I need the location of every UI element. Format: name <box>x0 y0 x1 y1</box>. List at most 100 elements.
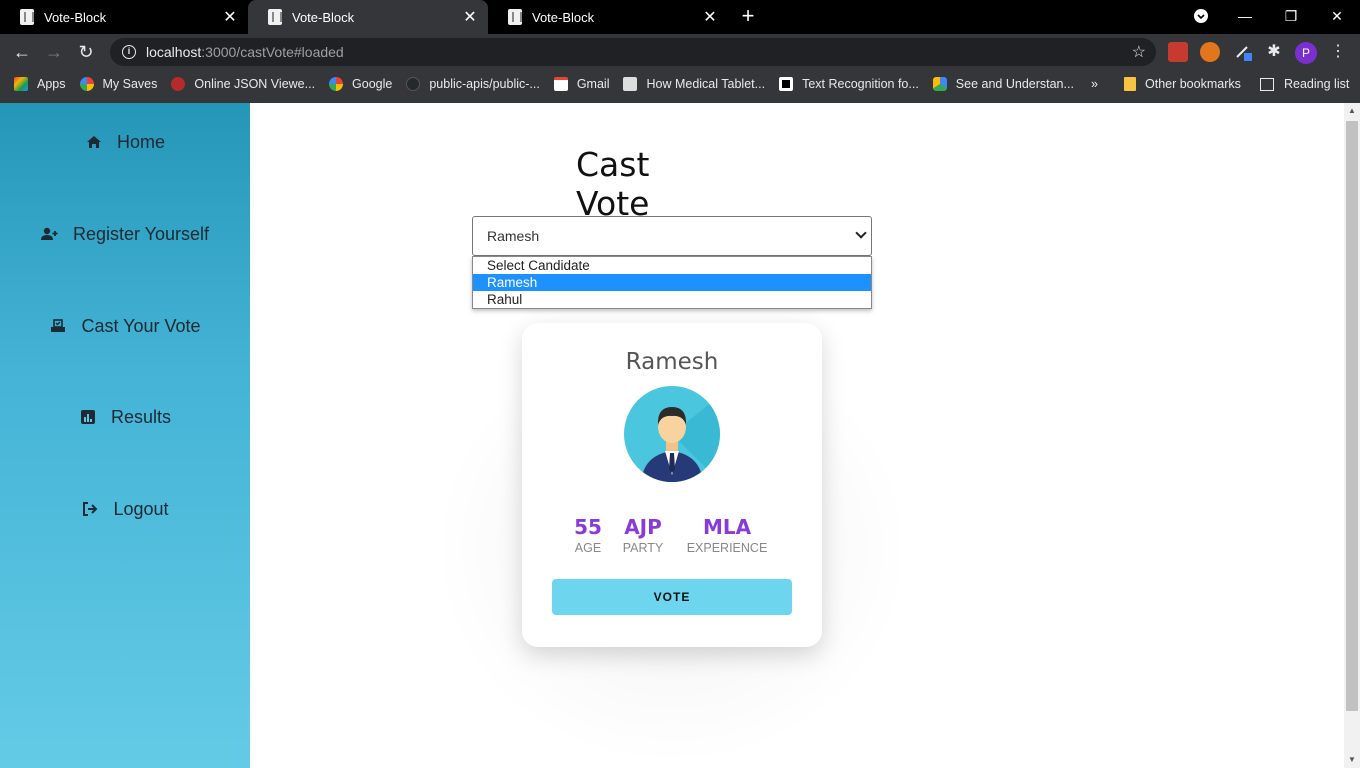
sidebar-item-logout[interactable]: Logout <box>0 489 250 529</box>
bookmark-label: Google <box>352 77 393 91</box>
menu-kebab-icon[interactable]: ⋮ <box>1330 40 1346 64</box>
document-icon <box>508 9 522 25</box>
github-icon <box>406 77 421 91</box>
stat-value: AJP <box>624 515 662 539</box>
close-icon[interactable]: ✕ <box>220 7 240 27</box>
bookmark-my-saves[interactable]: My Saves <box>79 77 158 91</box>
browser-tab-1[interactable]: Vote-Block ✕ <box>0 0 248 34</box>
url-text[interactable]: localhost:3000/castVote#loaded <box>146 44 1132 60</box>
home-icon <box>85 134 103 150</box>
back-icon[interactable]: ← <box>10 40 34 64</box>
reload-icon[interactable]: ↻ <box>74 40 98 64</box>
extension-icon[interactable] <box>1168 42 1188 62</box>
bookmark-label: Other bookmarks <box>1145 77 1241 91</box>
browser-tab-2[interactable]: Vote-Block ✕ <box>248 0 488 34</box>
vote-box-icon <box>49 318 67 334</box>
tab-search-icon[interactable] <box>1186 4 1216 28</box>
option-ramesh[interactable]: Ramesh <box>473 274 871 291</box>
tab-title: Vote-Block <box>44 9 107 25</box>
stat-label: AGE <box>574 541 602 555</box>
bookmark-label: See and Understan... <box>955 77 1074 91</box>
google-icon <box>79 77 94 91</box>
sidebar-item-label: Results <box>110 406 172 427</box>
bookmark-medical-tablet[interactable]: How Medical Tablet... <box>623 77 765 91</box>
bookmark-public-apis[interactable]: public-apis/public-... <box>406 77 540 91</box>
tab-title: Vote-Block <box>532 9 595 25</box>
bookmark-label: Gmail <box>576 77 610 91</box>
bookmark-text-recognition[interactable]: Text Recognition fo... <box>779 77 919 91</box>
sidebar-item-cast-vote[interactable]: Cast Your Vote <box>0 306 250 346</box>
close-window-icon[interactable]: ✕ <box>1322 4 1352 28</box>
page-scrollbar[interactable]: ▲ ▼ <box>1344 103 1360 768</box>
bookmark-see-and-understand[interactable]: See and Understan... <box>932 77 1074 91</box>
new-tab-icon[interactable]: + <box>736 4 760 28</box>
sidebar-item-results[interactable]: Results <box>0 397 250 437</box>
google-cloud-icon <box>932 77 947 91</box>
apps-grid-icon <box>14 77 28 91</box>
sidebar-item-label: Register Yourself <box>72 223 210 244</box>
candidate-dropdown-list: Select Candidate Ramesh Rahul <box>472 256 872 309</box>
scroll-up-icon[interactable]: ▲ <box>1347 106 1357 116</box>
tab-title: Vote-Block <box>292 9 355 25</box>
bookmark-google[interactable]: Google <box>329 77 392 91</box>
site-info-icon[interactable]: i <box>122 45 136 59</box>
bookmark-gmail[interactable]: Gmail <box>553 77 610 91</box>
browser-toolbar: ← → ↻ i localhost:3000/castVote#loaded ☆… <box>0 34 1360 70</box>
bookmark-star-icon[interactable]: ☆ <box>1132 42 1146 62</box>
bookmark-label: Text Recognition fo... <box>802 77 919 91</box>
chart-icon <box>79 409 97 425</box>
forward-icon[interactable]: → <box>42 40 66 64</box>
bookmarks-overflow-icon[interactable]: » <box>1091 70 1098 98</box>
reading-list[interactable]: Reading list <box>1260 70 1349 98</box>
reading-list-label: Reading list <box>1284 77 1350 91</box>
candidate-select[interactable]: Ramesh <box>472 216 872 256</box>
sidebar: Home Register Yourself Cast Your Vote Re… <box>0 103 250 768</box>
site-icon <box>623 77 638 91</box>
stat-label: EXPERIENCE <box>686 541 768 555</box>
browser-tab-3[interactable]: Vote-Block ✕ <box>488 0 728 34</box>
scrollbar-thumb[interactable] <box>1346 121 1358 711</box>
bookmark-other[interactable]: Other bookmarks <box>1124 70 1241 98</box>
close-icon[interactable]: ✕ <box>460 7 480 27</box>
url-host: localhost <box>146 44 202 60</box>
page-title: Cast Vote <box>576 145 650 223</box>
metamask-fox-icon[interactable] <box>1200 42 1220 62</box>
close-icon[interactable]: ✕ <box>700 7 720 27</box>
url-path: :3000/castVote#loaded <box>201 44 344 60</box>
gmail-icon <box>553 77 568 91</box>
sidebar-item-register[interactable]: Register Yourself <box>0 214 250 254</box>
sidebar-item-label: Cast Your Vote <box>81 315 201 336</box>
bookmark-apps[interactable]: Apps <box>14 77 66 91</box>
bookmark-label: Online JSON Viewe... <box>194 77 316 91</box>
tab-strip: Vote-Block ✕ Vote-Block ✕ Vote-Block ✕ +… <box>0 0 1360 34</box>
puzzle-extensions-icon[interactable]: ✱ <box>1264 42 1284 62</box>
candidate-name: Ramesh <box>625 349 719 375</box>
sidebar-item-label: Home <box>116 131 165 152</box>
profile-avatar[interactable]: P <box>1295 42 1317 64</box>
sidebar-item-label: Logout <box>113 498 169 519</box>
browser-chrome: Vote-Block ✕ Vote-Block ✕ Vote-Block ✕ +… <box>0 0 1360 103</box>
document-icon <box>20 9 34 25</box>
scroll-down-icon[interactable]: ▼ <box>1347 755 1357 765</box>
stat-age: 55 AGE <box>568 515 608 555</box>
vote-button[interactable]: VOTE <box>552 579 792 615</box>
bookmark-json-viewer[interactable]: Online JSON Viewe... <box>171 77 315 91</box>
stat-experience: MLA EXPERIENCE <box>682 515 772 555</box>
bookmark-label: public-apis/public-... <box>429 77 540 91</box>
restore-icon[interactable]: ❐ <box>1276 4 1306 28</box>
address-bar[interactable]: i localhost:3000/castVote#loaded ☆ <box>110 38 1156 66</box>
option-rahul[interactable]: Rahul <box>473 291 871 308</box>
bookmark-label: My Saves <box>102 77 158 91</box>
option-select-candidate[interactable]: Select Candidate <box>473 257 871 274</box>
bookmark-label: Apps <box>37 77 66 91</box>
medium-icon <box>779 77 794 91</box>
minimize-icon[interactable]: — <box>1230 4 1260 28</box>
extension-pen-icon[interactable] <box>1234 42 1254 62</box>
candidate-select-value: Ramesh <box>487 228 540 244</box>
stat-label: PARTY <box>622 541 664 555</box>
bookmark-label: How Medical Tablet... <box>646 77 766 91</box>
chevron-down-icon <box>855 227 867 239</box>
sidebar-item-home[interactable]: Home <box>0 122 250 162</box>
user-plus-icon <box>40 226 59 242</box>
stat-party: AJP PARTY <box>620 515 666 555</box>
